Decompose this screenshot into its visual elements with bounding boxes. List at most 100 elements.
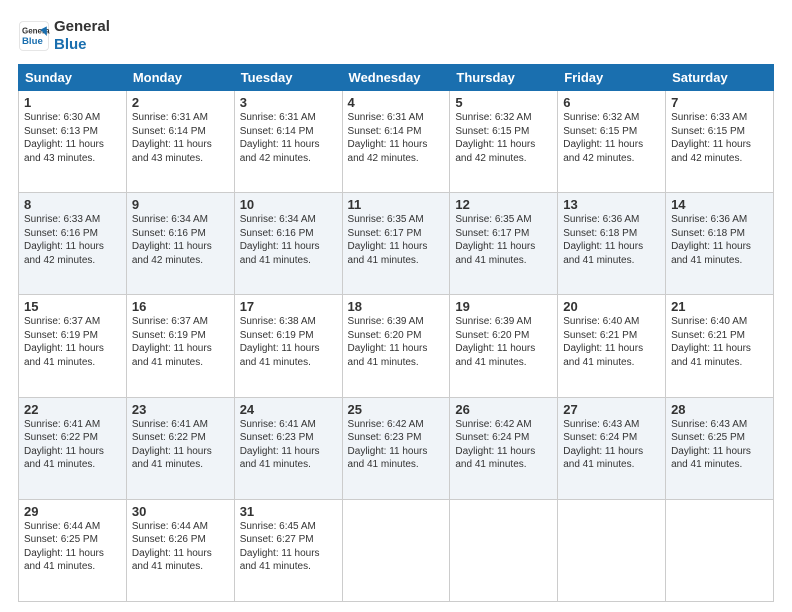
- day-number: 12: [455, 197, 552, 212]
- day-number: 25: [348, 402, 445, 417]
- calendar-header-row: SundayMondayTuesdayWednesdayThursdayFrid…: [19, 65, 774, 91]
- cell-info: Sunrise: 6:41 AMSunset: 6:23 PMDaylight:…: [240, 419, 320, 471]
- calendar-cell: 30 Sunrise: 6:44 AMSunset: 6:26 PMDaylig…: [126, 499, 234, 601]
- cell-info: Sunrise: 6:43 AMSunset: 6:25 PMDaylight:…: [671, 419, 751, 471]
- cell-info: Sunrise: 6:39 AMSunset: 6:20 PMDaylight:…: [455, 316, 535, 368]
- cell-info: Sunrise: 6:44 AMSunset: 6:26 PMDaylight:…: [132, 521, 212, 573]
- calendar-cell: [666, 499, 774, 601]
- cell-info: Sunrise: 6:32 AMSunset: 6:15 PMDaylight:…: [563, 112, 643, 164]
- cell-info: Sunrise: 6:33 AMSunset: 6:15 PMDaylight:…: [671, 112, 751, 164]
- day-number: 11: [348, 197, 445, 212]
- day-number: 16: [132, 299, 229, 314]
- day-number: 20: [563, 299, 660, 314]
- cell-info: Sunrise: 6:43 AMSunset: 6:24 PMDaylight:…: [563, 419, 643, 471]
- cell-info: Sunrise: 6:34 AMSunset: 6:16 PMDaylight:…: [132, 214, 212, 266]
- calendar-cell: 28 Sunrise: 6:43 AMSunset: 6:25 PMDaylig…: [666, 397, 774, 499]
- cell-info: Sunrise: 6:37 AMSunset: 6:19 PMDaylight:…: [24, 316, 104, 368]
- day-number: 8: [24, 197, 121, 212]
- calendar-cell: [558, 499, 666, 601]
- day-number: 3: [240, 95, 337, 110]
- calendar-cell: 5 Sunrise: 6:32 AMSunset: 6:15 PMDayligh…: [450, 91, 558, 193]
- calendar-table: SundayMondayTuesdayWednesdayThursdayFrid…: [18, 64, 774, 602]
- cell-info: Sunrise: 6:38 AMSunset: 6:19 PMDaylight:…: [240, 316, 320, 368]
- cell-info: Sunrise: 6:42 AMSunset: 6:24 PMDaylight:…: [455, 419, 535, 471]
- calendar-week-row: 15 Sunrise: 6:37 AMSunset: 6:19 PMDaylig…: [19, 295, 774, 397]
- calendar-cell: 14 Sunrise: 6:36 AMSunset: 6:18 PMDaylig…: [666, 193, 774, 295]
- calendar-cell: 1 Sunrise: 6:30 AMSunset: 6:13 PMDayligh…: [19, 91, 127, 193]
- day-number: 29: [24, 504, 121, 519]
- col-header-thursday: Thursday: [450, 65, 558, 91]
- calendar-cell: 4 Sunrise: 6:31 AMSunset: 6:14 PMDayligh…: [342, 91, 450, 193]
- cell-info: Sunrise: 6:34 AMSunset: 6:16 PMDaylight:…: [240, 214, 320, 266]
- cell-info: Sunrise: 6:40 AMSunset: 6:21 PMDaylight:…: [671, 316, 751, 368]
- day-number: 26: [455, 402, 552, 417]
- day-number: 15: [24, 299, 121, 314]
- calendar-cell: 16 Sunrise: 6:37 AMSunset: 6:19 PMDaylig…: [126, 295, 234, 397]
- col-header-saturday: Saturday: [666, 65, 774, 91]
- day-number: 24: [240, 402, 337, 417]
- calendar-cell: 19 Sunrise: 6:39 AMSunset: 6:20 PMDaylig…: [450, 295, 558, 397]
- calendar-week-row: 22 Sunrise: 6:41 AMSunset: 6:22 PMDaylig…: [19, 397, 774, 499]
- cell-info: Sunrise: 6:39 AMSunset: 6:20 PMDaylight:…: [348, 316, 428, 368]
- calendar-cell: 31 Sunrise: 6:45 AMSunset: 6:27 PMDaylig…: [234, 499, 342, 601]
- day-number: 28: [671, 402, 768, 417]
- day-number: 31: [240, 504, 337, 519]
- calendar-cell: 22 Sunrise: 6:41 AMSunset: 6:22 PMDaylig…: [19, 397, 127, 499]
- day-number: 23: [132, 402, 229, 417]
- calendar-cell: 27 Sunrise: 6:43 AMSunset: 6:24 PMDaylig…: [558, 397, 666, 499]
- day-number: 18: [348, 299, 445, 314]
- cell-info: Sunrise: 6:45 AMSunset: 6:27 PMDaylight:…: [240, 521, 320, 573]
- calendar-cell: 2 Sunrise: 6:31 AMSunset: 6:14 PMDayligh…: [126, 91, 234, 193]
- calendar-cell: 29 Sunrise: 6:44 AMSunset: 6:25 PMDaylig…: [19, 499, 127, 601]
- day-number: 30: [132, 504, 229, 519]
- cell-info: Sunrise: 6:37 AMSunset: 6:19 PMDaylight:…: [132, 316, 212, 368]
- calendar-body: 1 Sunrise: 6:30 AMSunset: 6:13 PMDayligh…: [19, 91, 774, 602]
- header: General Blue General Blue: [18, 18, 774, 54]
- calendar-cell: [450, 499, 558, 601]
- calendar-cell: 12 Sunrise: 6:35 AMSunset: 6:17 PMDaylig…: [450, 193, 558, 295]
- day-number: 22: [24, 402, 121, 417]
- calendar-cell: 21 Sunrise: 6:40 AMSunset: 6:21 PMDaylig…: [666, 295, 774, 397]
- cell-info: Sunrise: 6:36 AMSunset: 6:18 PMDaylight:…: [671, 214, 751, 266]
- cell-info: Sunrise: 6:40 AMSunset: 6:21 PMDaylight:…: [563, 316, 643, 368]
- day-number: 9: [132, 197, 229, 212]
- day-number: 21: [671, 299, 768, 314]
- page: General Blue General Blue SundayMondayTu…: [0, 0, 792, 612]
- calendar-cell: 15 Sunrise: 6:37 AMSunset: 6:19 PMDaylig…: [19, 295, 127, 397]
- day-number: 4: [348, 95, 445, 110]
- svg-text:Blue: Blue: [22, 36, 43, 47]
- calendar-cell: 20 Sunrise: 6:40 AMSunset: 6:21 PMDaylig…: [558, 295, 666, 397]
- calendar-cell: 9 Sunrise: 6:34 AMSunset: 6:16 PMDayligh…: [126, 193, 234, 295]
- cell-info: Sunrise: 6:32 AMSunset: 6:15 PMDaylight:…: [455, 112, 535, 164]
- calendar-cell: 10 Sunrise: 6:34 AMSunset: 6:16 PMDaylig…: [234, 193, 342, 295]
- logo-text: General Blue: [54, 18, 110, 54]
- cell-info: Sunrise: 6:41 AMSunset: 6:22 PMDaylight:…: [132, 419, 212, 471]
- calendar-cell: 25 Sunrise: 6:42 AMSunset: 6:23 PMDaylig…: [342, 397, 450, 499]
- cell-info: Sunrise: 6:31 AMSunset: 6:14 PMDaylight:…: [348, 112, 428, 164]
- calendar-cell: 26 Sunrise: 6:42 AMSunset: 6:24 PMDaylig…: [450, 397, 558, 499]
- cell-info: Sunrise: 6:35 AMSunset: 6:17 PMDaylight:…: [348, 214, 428, 266]
- calendar-cell: [342, 499, 450, 601]
- cell-info: Sunrise: 6:35 AMSunset: 6:17 PMDaylight:…: [455, 214, 535, 266]
- calendar-cell: 17 Sunrise: 6:38 AMSunset: 6:19 PMDaylig…: [234, 295, 342, 397]
- cell-info: Sunrise: 6:31 AMSunset: 6:14 PMDaylight:…: [240, 112, 320, 164]
- calendar-cell: 23 Sunrise: 6:41 AMSunset: 6:22 PMDaylig…: [126, 397, 234, 499]
- col-header-sunday: Sunday: [19, 65, 127, 91]
- logo-icon: General Blue: [18, 20, 50, 52]
- calendar-cell: 6 Sunrise: 6:32 AMSunset: 6:15 PMDayligh…: [558, 91, 666, 193]
- day-number: 14: [671, 197, 768, 212]
- day-number: 19: [455, 299, 552, 314]
- cell-info: Sunrise: 6:33 AMSunset: 6:16 PMDaylight:…: [24, 214, 104, 266]
- cell-info: Sunrise: 6:36 AMSunset: 6:18 PMDaylight:…: [563, 214, 643, 266]
- col-header-tuesday: Tuesday: [234, 65, 342, 91]
- day-number: 27: [563, 402, 660, 417]
- cell-info: Sunrise: 6:31 AMSunset: 6:14 PMDaylight:…: [132, 112, 212, 164]
- calendar-cell: 8 Sunrise: 6:33 AMSunset: 6:16 PMDayligh…: [19, 193, 127, 295]
- day-number: 17: [240, 299, 337, 314]
- calendar-cell: 24 Sunrise: 6:41 AMSunset: 6:23 PMDaylig…: [234, 397, 342, 499]
- logo: General Blue General Blue: [18, 18, 110, 54]
- col-header-monday: Monday: [126, 65, 234, 91]
- day-number: 2: [132, 95, 229, 110]
- calendar-cell: 11 Sunrise: 6:35 AMSunset: 6:17 PMDaylig…: [342, 193, 450, 295]
- calendar-week-row: 29 Sunrise: 6:44 AMSunset: 6:25 PMDaylig…: [19, 499, 774, 601]
